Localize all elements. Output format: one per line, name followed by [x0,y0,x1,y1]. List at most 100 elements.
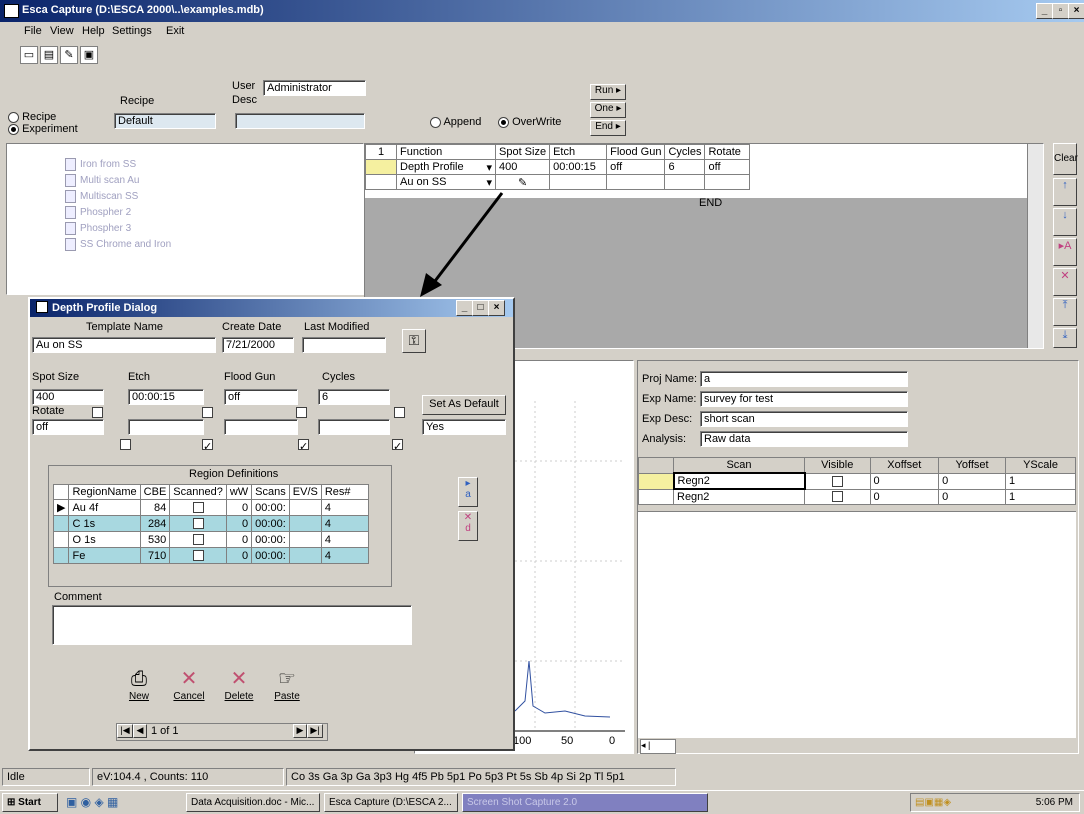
task-data-acquisition[interactable]: Data Acquisition.doc - Mic... [186,793,320,812]
user-field[interactable]: Administrator [263,80,366,96]
etch-field[interactable]: 00:00:15 [128,389,204,405]
tree-item[interactable]: Multiscan SS [65,190,138,203]
run-button[interactable]: Run ▸ [590,84,626,100]
open-folder-icon[interactable]: ▤ [40,46,58,64]
delete-row-icon[interactable]: ✕ [1053,268,1077,296]
create-date-field[interactable]: 7/21/2000 [222,337,294,353]
last-modified-field[interactable] [302,337,386,353]
rotate-checkbox[interactable] [120,439,131,450]
exp-desc-field[interactable]: short scan [700,411,908,427]
close-button[interactable]: × [1068,3,1084,19]
first-record-icon[interactable]: |◀ [117,724,133,738]
spot-size-cell[interactable]: 400 [494,159,551,175]
tools-icon[interactable]: ✎ [60,46,78,64]
move-bottom-icon[interactable]: ⤓ [1053,328,1077,348]
prev-record-icon[interactable]: ◀ [133,724,147,738]
set-default-field[interactable]: Yes [422,419,506,435]
extra-checkbox-1[interactable]: ✓ [202,439,213,453]
user-label: User [232,80,256,92]
comment-field[interactable] [52,605,412,645]
col-header: Scanned? [169,484,227,500]
menu-view[interactable]: View [50,25,74,37]
tree-item[interactable]: Iron from SS [65,158,136,171]
flood-gun-checkbox[interactable] [296,407,307,418]
tree-item[interactable]: SS Chrome and Iron [65,238,171,251]
move-top-icon[interactable]: ⤒ [1053,298,1077,326]
table-row[interactable]: O 1s 530 0 00:00: 4 [52,531,369,548]
move-up-icon[interactable]: ↑ [1053,178,1077,206]
cancel-record-button[interactable]: ✕ Cancel [166,663,212,713]
menu-help[interactable]: Help [82,25,105,37]
table-row[interactable]: ▶ Au 4f 84 0 00:00: 4 [52,499,369,516]
clear-button[interactable]: Clear [1053,143,1078,175]
flood-gun-field[interactable]: off [224,389,298,405]
cycles-field[interactable]: 6 [318,389,390,405]
end-button[interactable]: End ▸ [590,120,626,136]
scroll-left-icon[interactable]: ◂ | [640,739,676,754]
lock-icon[interactable]: ⚿ [402,329,426,353]
set-as-default-button[interactable]: Set As Default [422,395,506,415]
dialog-maximize-button[interactable]: □ [472,300,489,316]
overwrite-radio[interactable]: OverWrite [498,116,561,128]
exp-name-field[interactable]: survey for test [700,391,908,407]
extra-checkbox-2[interactable]: ✓ [298,439,309,453]
cycles-checkbox[interactable] [394,407,405,418]
move-down-icon[interactable]: ↓ [1053,208,1077,236]
table-row[interactable]: Regn2 0 0 1 [638,472,1076,490]
new-record-button[interactable]: ⎙ New [116,663,162,713]
tree-item[interactable]: Phospher 2 [65,206,131,219]
extra-checkbox-3[interactable]: ✓ [392,439,403,453]
delete-region-button[interactable]: ✕ d [458,511,478,541]
menu-exit[interactable]: Exit [166,25,184,37]
row-selector[interactable] [365,159,397,175]
delete-record-button[interactable]: ✕ Delete [216,663,262,713]
menu-file[interactable]: File [24,25,42,37]
quick-launch[interactable]: ▣ ◉ ◈ ▦ [66,795,118,809]
function-cell[interactable]: Depth Profile ▾ [396,159,496,175]
tray-icons[interactable]: ▤▣▦◈ [915,797,951,808]
maximize-button[interactable]: ▫ [1052,3,1069,19]
append-radio[interactable]: Append [430,116,481,128]
function-grid-scrollbar[interactable] [1027,144,1043,348]
one-button[interactable]: One ▸ [590,102,626,118]
add-region-button[interactable]: ▸ a [458,477,478,507]
paste-record-button[interactable]: ☞ Paste [264,663,310,713]
task-esca-capture[interactable]: Esca Capture (D:\ESCA 2... [324,793,458,812]
new-file-icon[interactable]: ▭ [20,46,38,64]
extra-field-2[interactable] [224,419,298,435]
table-row[interactable]: Regn2 0 0 1 [638,488,1076,505]
template-name-field[interactable]: Au on SS [32,337,216,353]
menu-settings[interactable]: Settings [112,25,152,37]
dialog-minimize-button[interactable]: _ [456,300,473,316]
flood-gun-cell[interactable]: off [606,159,666,175]
table-row[interactable]: Fe 710 0 00:00: 4 [52,547,369,564]
desc-field[interactable] [235,113,365,129]
extra-field-3[interactable] [318,419,390,435]
table-row[interactable]: C 1s 284 0 00:00: 4 [52,515,369,532]
recipe-field[interactable]: Default [114,113,216,129]
scanned-checkbox [192,518,204,530]
task-screen-shot[interactable]: Screen Shot Capture 2.0 [462,793,708,812]
spot-size-checkbox[interactable] [92,407,103,418]
save-icon[interactable]: ▣ [80,46,98,64]
row-selector[interactable] [365,174,397,190]
etch-cell[interactable]: 00:00:15 [549,159,608,175]
extra-field-1[interactable] [128,419,204,435]
rotate-cell[interactable]: off [704,159,751,175]
add-row-icon[interactable]: ▸A [1053,238,1077,266]
proj-name-field[interactable]: a [700,371,908,387]
experiment-radio[interactable]: Experiment [8,123,78,135]
etch-checkbox[interactable] [202,407,213,418]
start-button[interactable]: ⊞ Start [2,793,58,812]
cycles-cell[interactable]: 6 [664,159,706,175]
last-record-icon[interactable]: ▶| [307,724,323,738]
minimize-button[interactable]: _ [1036,3,1053,19]
dialog-close-button[interactable]: × [488,300,505,316]
tree-item[interactable]: Phospher 3 [65,222,131,235]
rotate-field[interactable]: off [32,419,104,435]
spot-size-field[interactable]: 400 [32,389,104,405]
recipe-radio[interactable]: Recipe [8,111,56,123]
tree-item[interactable]: Multi scan Au [65,174,139,187]
next-record-icon[interactable]: ▶ [293,724,307,738]
analysis-field[interactable]: Raw data [700,431,908,447]
